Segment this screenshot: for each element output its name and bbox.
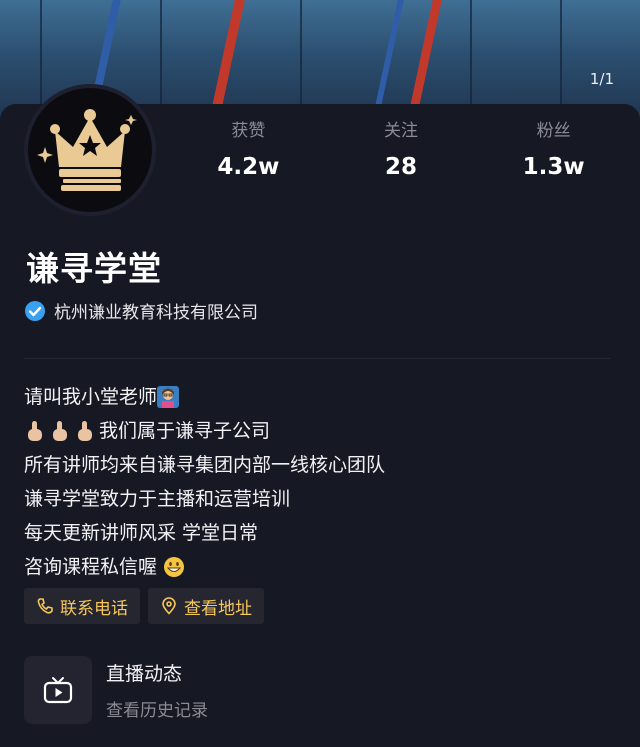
stat-value: 4.2w bbox=[217, 154, 280, 180]
phone-icon bbox=[37, 598, 53, 614]
bio-line: 每天更新讲师风采 学堂日常 bbox=[24, 516, 385, 550]
verified-check-icon bbox=[25, 300, 45, 321]
profile-name: 谦寻学堂 bbox=[26, 249, 162, 288]
view-address-label: 查看地址 bbox=[184, 598, 252, 619]
tv-play-icon bbox=[43, 677, 73, 704]
stat-label: 关注 bbox=[384, 121, 418, 141]
location-pin-icon bbox=[162, 597, 176, 615]
bio-line: 咨询课程私信喔 bbox=[24, 550, 385, 584]
pointing-up-emoji-icon bbox=[28, 421, 42, 441]
stat-likes[interactable]: 获赞 4.2w bbox=[172, 118, 325, 188]
stat-followers[interactable]: 粉丝 1.3w bbox=[477, 118, 630, 188]
grinning-emoji-icon bbox=[164, 557, 185, 577]
stat-value: 28 bbox=[385, 154, 418, 180]
bio-line: 谦寻学堂致力于主播和运营培训 bbox=[24, 482, 385, 516]
verification-text: 杭州谦业教育科技有限公司 bbox=[54, 303, 258, 323]
divider bbox=[24, 358, 610, 359]
verification-badge[interactable]: 杭州谦业教育科技有限公司 bbox=[24, 298, 258, 323]
pointing-up-emoji-icon bbox=[78, 421, 92, 441]
bio-line: 请叫我小堂老师 bbox=[24, 380, 385, 414]
bio-text: 所有讲师均来自谦寻集团内部一线核心团队 bbox=[24, 454, 386, 476]
view-address-button[interactable]: 查看地址 bbox=[148, 588, 264, 624]
contact-buttons: 联系电话 查看地址 bbox=[24, 588, 264, 624]
stat-label: 获赞 bbox=[231, 121, 266, 141]
crown-book-logo-icon bbox=[37, 109, 137, 191]
stat-label: 粉丝 bbox=[536, 121, 571, 141]
bio: 请叫我小堂老师 我们属于谦寻子公司 所有讲师均来自谦寻集团内部一线核心团队 谦寻… bbox=[24, 380, 385, 584]
live-dynamics-entry[interactable]: 直播动态 查看历史记录 bbox=[24, 656, 208, 724]
profile-stats: 获赞 4.2w 关注 28 粉丝 1.3w bbox=[172, 118, 630, 188]
bio-text: 每天更新讲师风采 学堂日常 bbox=[24, 522, 259, 544]
stat-value: 1.3w bbox=[522, 154, 585, 180]
bio-text: 谦寻学堂致力于主播和运营培训 bbox=[24, 488, 291, 510]
bio-line: 所有讲师均来自谦寻集团内部一线核心团队 bbox=[24, 448, 385, 482]
live-subtitle: 查看历史记录 bbox=[106, 701, 208, 721]
bio-text: 我们属于谦寻子公司 bbox=[99, 420, 271, 442]
teacher-emoji-icon bbox=[157, 386, 180, 408]
live-title: 直播动态 bbox=[106, 663, 183, 685]
avatar[interactable] bbox=[24, 84, 156, 216]
contact-phone-button[interactable]: 联系电话 bbox=[24, 588, 140, 624]
page-indicator: 1/1 bbox=[589, 70, 614, 88]
bio-text: 咨询课程私信喔 bbox=[24, 556, 158, 578]
bio-text: 请叫我小堂老师 bbox=[24, 386, 158, 408]
contact-phone-label: 联系电话 bbox=[60, 598, 128, 619]
live-icon-box bbox=[24, 656, 92, 724]
live-text: 直播动态 查看历史记录 bbox=[106, 659, 208, 721]
pointing-up-emoji-icon bbox=[53, 421, 67, 441]
bio-line: 我们属于谦寻子公司 bbox=[24, 414, 385, 448]
stat-following[interactable]: 关注 28 bbox=[325, 118, 478, 188]
